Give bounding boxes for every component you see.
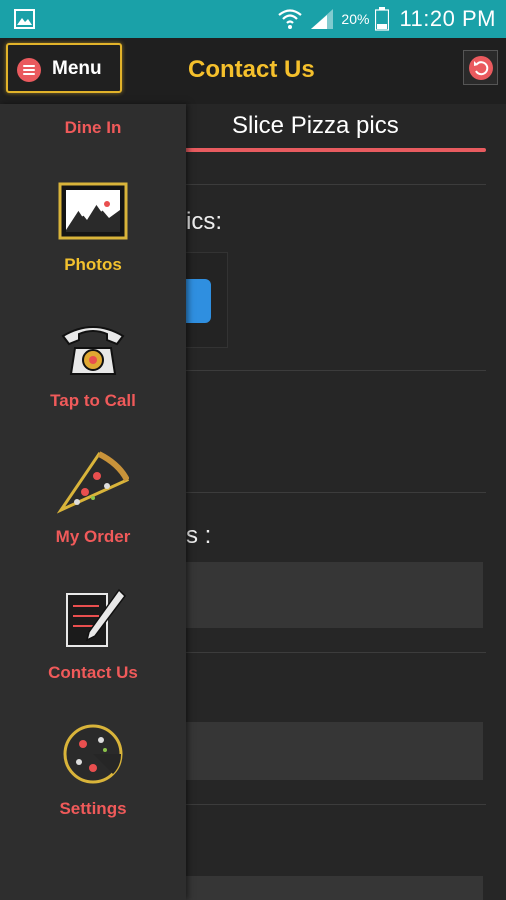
drawer-item-contact-us[interactable]: Contact Us (0, 584, 186, 688)
drawer-item-label: Contact Us (48, 663, 138, 682)
battery-icon (375, 7, 390, 31)
drawer-item-label: Tap to Call (50, 391, 136, 410)
notepad-pencil-icon (66, 588, 126, 647)
clock: 11:20 PM (399, 6, 496, 31)
signal-icon (311, 9, 334, 29)
drawer-item-dine-in[interactable]: Dine In (0, 104, 186, 144)
message-label: s : (186, 522, 212, 549)
navigation-drawer: Dine In Photos Tap to Call My Order Cont… (0, 104, 186, 900)
menu-button-label: Menu (52, 58, 102, 79)
drawer-item-label: Settings (59, 799, 127, 818)
message-input[interactable] (180, 562, 483, 628)
battery-percent: 20% (341, 11, 370, 27)
upload-label: ics: (186, 208, 222, 235)
drawer-item-tap-to-call[interactable]: Tap to Call (0, 312, 186, 416)
refresh-icon (469, 56, 493, 80)
drawer-item-label: My Order (55, 527, 131, 546)
divider (180, 804, 486, 805)
drawer-item-label: Dine In (64, 118, 122, 137)
tab-title[interactable]: Slice Pizza pics (232, 112, 399, 140)
divider (180, 652, 486, 653)
pizza-gear-icon (63, 724, 123, 784)
app-bar: Menu Contact Us (0, 38, 506, 104)
tab-indicator (180, 148, 486, 152)
status-icons: 20% 11:20 PM (277, 0, 496, 38)
photo-frame-icon (58, 182, 128, 240)
drawer-item-label: Photos (64, 255, 122, 274)
telephone-icon (61, 326, 125, 375)
gallery-notification-icon (14, 9, 35, 29)
divider (180, 492, 486, 493)
text-input[interactable] (180, 876, 483, 900)
divider (180, 370, 486, 371)
text-input[interactable] (180, 722, 483, 780)
drawer-item-photos[interactable]: Photos (0, 176, 186, 280)
wifi-icon (278, 9, 303, 29)
drawer-item-my-order[interactable]: My Order (0, 448, 186, 552)
status-bar: 20% 11:20 PM (0, 0, 506, 38)
refresh-button[interactable] (463, 50, 498, 85)
drawer-item-settings[interactable]: Settings (0, 720, 186, 824)
page-title: Contact Us (188, 56, 315, 83)
menu-button[interactable]: Menu (6, 43, 122, 93)
divider (180, 184, 486, 185)
hamburger-icon (17, 58, 41, 82)
upload-area[interactable] (180, 252, 228, 348)
pizza-slice-icon (57, 451, 129, 514)
